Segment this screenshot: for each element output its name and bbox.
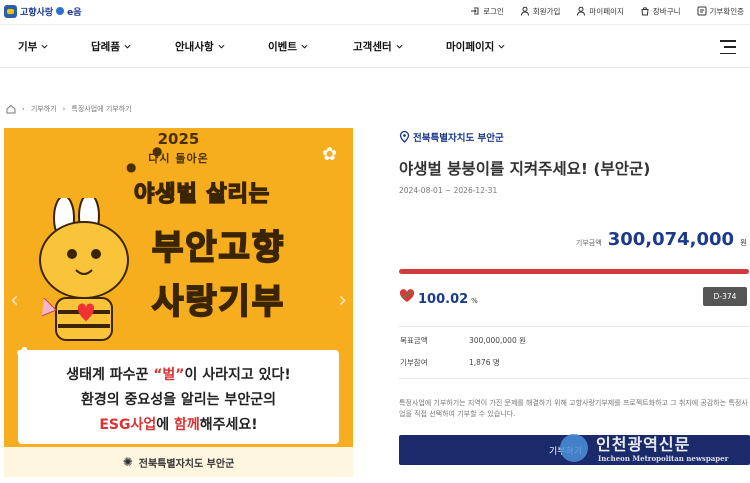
- certificate-icon: [697, 6, 706, 16]
- signup-link[interactable]: 회원가입: [520, 6, 561, 17]
- project-banner-image: 2025 다시 돌아온 ✿ ✿ ● ● 야생벌 살리는 부안고향 사랑기부 ‹ …: [4, 128, 353, 477]
- goal-row: 목표금액 300,000,000 원: [400, 335, 526, 346]
- participants-row: 기부참여 1,876 명: [400, 357, 500, 368]
- signup-label: 회원가입: [532, 6, 561, 16]
- banner-subtitle: 다시 돌아온: [148, 152, 209, 165]
- nav-item-support[interactable]: 고객센터: [353, 39, 403, 54]
- newspaper-watermark: 인천광역신문 Incheon Metropolitan newspaper: [560, 430, 750, 470]
- donation-amount: 기부금액 300,074,000 원: [576, 229, 747, 250]
- progress-bar: [399, 269, 749, 274]
- logo-icon: [4, 4, 17, 18]
- bee-mascot-icon: [39, 198, 129, 341]
- banner-footer: ✺ 전북특별자치도 부안군: [4, 447, 353, 477]
- chevron-down-icon: [396, 44, 403, 49]
- breadcrumb-item[interactable]: 기부하기: [31, 104, 57, 114]
- login-label: 로그인: [483, 6, 504, 16]
- location-pin-icon: [399, 131, 410, 143]
- nav-label: 안내사항: [175, 41, 214, 53]
- banner-title-line3: 사랑기부: [151, 281, 286, 323]
- banner-title-line2: 부안고향: [151, 227, 286, 269]
- certificate-link[interactable]: 기부확인증: [697, 6, 745, 17]
- cart-label: 장바구니: [652, 6, 681, 16]
- breadcrumb: › 기부하기 › 특정사업에 기부하기: [6, 104, 132, 114]
- cart-icon: [641, 7, 649, 16]
- main-nav: 기부 답례품 안내사항 이벤트 고객센터 마이페이지: [0, 24, 750, 68]
- chevron-down-icon: [218, 44, 225, 49]
- banner-message-line3: ESG사업에 함께해주세요!: [99, 417, 258, 433]
- percent-value: 100.02: [418, 292, 469, 307]
- flower-icon: ✿: [322, 144, 338, 165]
- amount-unit: 원: [740, 238, 747, 247]
- nav-item-events[interactable]: 이벤트: [268, 39, 308, 54]
- chevron-down-icon: [301, 44, 308, 49]
- project-date-range: 2024-08-01 ~ 2026-12-31: [399, 186, 498, 195]
- small-bee-icon: ●: [152, 144, 163, 158]
- banner-year: 2025: [157, 130, 200, 148]
- user-icon: [577, 6, 586, 16]
- banner-message-line1: 생태계 파수꾼 “벌”이 사라지고 있다!: [66, 367, 291, 383]
- prev-slide-icon[interactable]: ‹: [10, 288, 19, 313]
- region-label: 전북특별자치도 부안군: [413, 133, 504, 144]
- project-description: 특정사업에 기부하기는 지역이 가진 문제를 해결하기 위해 고향사랑기부제를 …: [399, 399, 748, 418]
- small-bee-icon: ●: [126, 160, 137, 174]
- cart-link[interactable]: 장바구니: [640, 6, 681, 17]
- amount-value: 300,074,000: [607, 229, 735, 250]
- banner-message-box: 생태계 파수꾼 “벌”이 사라지고 있다! 환경의 중요성을 알리는 부안군의 …: [18, 350, 339, 444]
- home-icon[interactable]: [6, 104, 16, 114]
- mypage-link[interactable]: 마이페이지: [576, 6, 624, 17]
- participants-label: 기부참여: [400, 358, 428, 367]
- logo-dot-icon: [56, 7, 65, 15]
- goal-label: 목표금액: [400, 336, 428, 345]
- heart-icon: [399, 289, 415, 302]
- next-slide-icon[interactable]: ›: [338, 288, 347, 313]
- top-bar: 고향사랑 e음 로그인 회원가입 마이페이지 장바구니 기부확인증: [0, 0, 750, 22]
- nav-label: 기부: [18, 41, 38, 53]
- nav-item-mypage[interactable]: 마이페이지: [446, 39, 505, 54]
- watermark-subtitle: Incheon Metropolitan newspaper: [598, 454, 729, 463]
- nav-label: 고객센터: [353, 41, 392, 53]
- logo-suffix: e음: [67, 7, 82, 18]
- chevron-down-icon: [124, 44, 131, 49]
- site-logo[interactable]: 고향사랑 e음: [4, 4, 82, 18]
- logo-text: 고향사랑: [20, 7, 54, 18]
- project-region: 전북특별자치도 부안군: [399, 130, 504, 144]
- watermark-title: 인천광역신문: [596, 435, 691, 454]
- divider: [399, 326, 749, 327]
- login-link[interactable]: 로그인: [470, 6, 504, 17]
- project-title: 야생벌 붕붕이를 지켜주세요! (부안군): [399, 160, 651, 178]
- menu-icon[interactable]: [720, 40, 736, 54]
- utility-menu: 로그인 회원가입 마이페이지 장바구니 기부확인증: [470, 0, 744, 22]
- participants-value: 1,876 명: [469, 358, 500, 367]
- banner-footer-text: 전북특별자치도 부안군: [138, 458, 235, 470]
- amount-label: 기부금액: [575, 239, 602, 247]
- login-icon: [471, 7, 479, 15]
- goal-value: 300,000,000 원: [469, 336, 526, 345]
- divider: [399, 378, 749, 379]
- newspaper-logo-icon: [560, 434, 588, 462]
- progress-fill: [399, 269, 749, 274]
- certificate-label: 기부확인증: [709, 6, 745, 16]
- progress-percent: 100.02 %: [399, 289, 478, 307]
- user-icon: [520, 6, 529, 16]
- nav-label: 마이페이지: [446, 41, 495, 53]
- banner-message-line2: 환경의 중요성을 알리는 부안군의: [81, 392, 276, 408]
- nav-label: 이벤트: [268, 41, 297, 53]
- county-emblem-icon: ✺: [122, 455, 133, 469]
- mypage-label: 마이페이지: [589, 6, 624, 16]
- nav-label: 답례품: [91, 41, 120, 53]
- nav-item-donate[interactable]: 기부: [18, 39, 48, 54]
- percent-unit: %: [471, 297, 478, 305]
- nav-item-gifts[interactable]: 답례품: [91, 39, 131, 54]
- banner-title-line1: 야생벌 살리는: [133, 181, 271, 208]
- breadcrumb-item[interactable]: 특정사업에 기부하기: [71, 104, 131, 114]
- nav-item-guide[interactable]: 안내사항: [175, 39, 225, 54]
- chevron-down-icon: [41, 44, 48, 49]
- chevron-down-icon: [498, 44, 505, 49]
- dday-badge: D-374: [703, 287, 747, 306]
